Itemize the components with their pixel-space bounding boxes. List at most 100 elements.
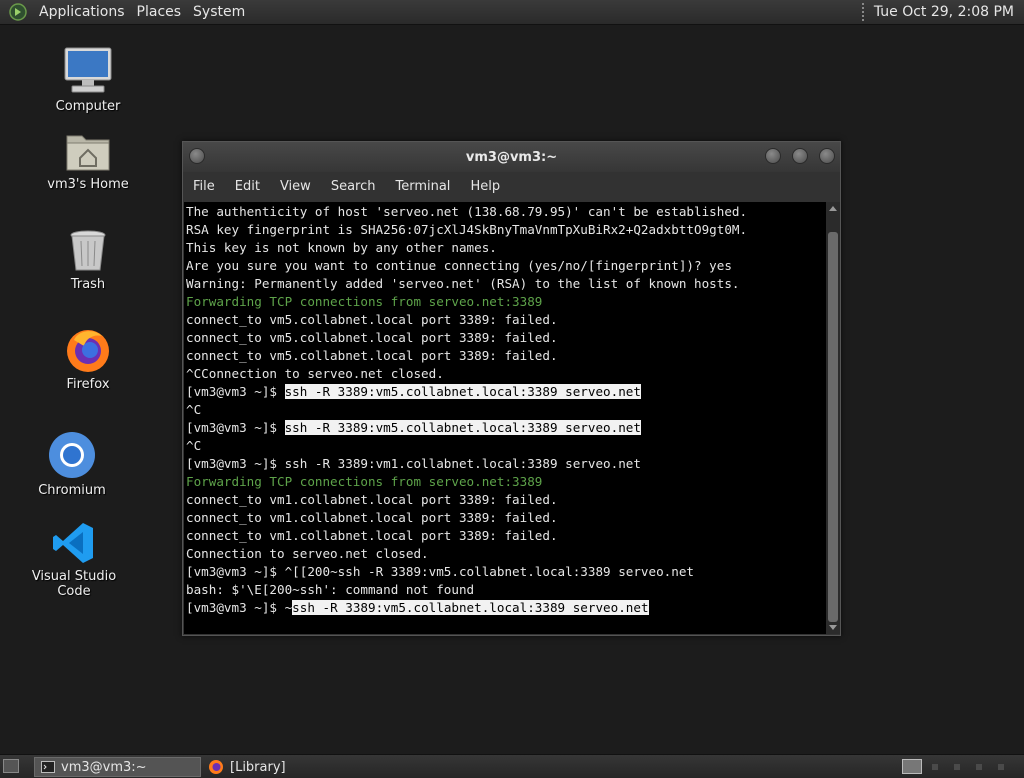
terminal-line: connect_to vm5.collabnet.local port 3389… <box>186 347 826 365</box>
shell-command: ssh -R 3389:vm5.collabnet.local:3389 ser… <box>292 600 649 615</box>
system-menu[interactable]: System <box>187 0 251 25</box>
shell-prompt: [vm3@vm3 ~]$ <box>186 420 285 435</box>
window-menu-icon[interactable] <box>189 148 205 164</box>
window-titlebar[interactable]: vm3@vm3:~ <box>183 142 840 172</box>
desktop-icon-label: Trash <box>70 277 106 292</box>
output-text: connect_to vm1.collabnet.local port 3389… <box>186 528 558 543</box>
output-text: The authenticity of host 'serveo.net (13… <box>186 204 748 219</box>
terminal-line: ^C <box>186 437 826 455</box>
output-text: Warning: Permanently added 'serveo.net' … <box>186 276 740 291</box>
places-menu[interactable]: Places <box>131 0 188 25</box>
applications-menu[interactable]: Applications <box>33 0 131 25</box>
close-button[interactable] <box>819 148 835 164</box>
terminal-line: Warning: Permanently added 'serveo.net' … <box>186 275 826 293</box>
computer-icon <box>64 47 112 93</box>
menu-view[interactable]: View <box>270 172 321 202</box>
terminal-command-line: [vm3@vm3 ~]$ ^[[200~ssh -R 3389:vm5.coll… <box>186 563 826 581</box>
workspace-2[interactable] <box>932 764 938 770</box>
menu-search[interactable]: Search <box>321 172 386 202</box>
output-text: Are you sure you want to continue connec… <box>186 258 732 273</box>
workspace-4[interactable] <box>976 764 982 770</box>
taskbar-item-label: vm3@vm3:~ <box>61 759 147 775</box>
terminal-line: RSA key fingerprint is SHA256:07jcXlJ4Sk… <box>186 221 826 239</box>
desktop-icon-label: Computer <box>55 99 121 114</box>
output-text: bash: $'\E[200~ssh': command not found <box>186 582 475 597</box>
bottom-panel: vm3@vm3:~ [Library] <box>0 754 1024 778</box>
output-text: Forwarding TCP connections from serveo.n… <box>186 294 543 309</box>
taskbar-item-label: [Library] <box>230 759 286 775</box>
desktop-icon-chromium[interactable]: Chromium <box>12 430 132 498</box>
terminal-command-line: [vm3@vm3 ~]$ ~ssh -R 3389:vm5.collabnet.… <box>186 599 826 617</box>
clock[interactable]: Tue Oct 29, 2:08 PM <box>874 4 1014 20</box>
shell-prompt: [vm3@vm3 ~]$ <box>186 600 285 615</box>
shell-prompt: [vm3@vm3 ~]$ <box>186 384 285 399</box>
shell-command: ssh -R 3389:vm5.collabnet.local:3389 ser… <box>284 384 641 399</box>
desktop-icon-home[interactable]: vm3's Home <box>28 128 148 192</box>
output-text: Forwarding TCP connections from serveo.n… <box>186 474 543 489</box>
desktop-icon-label: Visual Studio Code <box>31 569 117 599</box>
menu-help[interactable]: Help <box>460 172 510 202</box>
terminal-window[interactable]: vm3@vm3:~ File Edit View Search Terminal… <box>182 141 841 636</box>
shell-command: ssh -R 3389:vm1.collabnet.local:3389 ser… <box>284 456 641 471</box>
chromium-icon <box>49 432 95 478</box>
terminal-line: connect_to vm1.collabnet.local port 3389… <box>186 527 826 545</box>
menu-edit[interactable]: Edit <box>225 172 270 202</box>
shell-prompt: [vm3@vm3 ~]$ <box>186 564 285 579</box>
panel-separator <box>861 3 866 21</box>
desktop-icon-computer[interactable]: Computer <box>28 44 148 114</box>
shell-command: ^[[200~ssh -R 3389:vm5.collabnet.local:3… <box>284 564 695 579</box>
distro-logo-icon[interactable] <box>9 3 27 21</box>
terminal-line: connect_to vm1.collabnet.local port 3389… <box>186 509 826 527</box>
output-text: ^C <box>186 402 202 417</box>
output-text: ^CConnection to serveo.net closed. <box>186 366 444 381</box>
terminal-command-line: [vm3@vm3 ~]$ ssh -R 3389:vm5.collabnet.l… <box>186 419 826 437</box>
maximize-button[interactable] <box>792 148 808 164</box>
taskbar-item-library[interactable]: [Library] <box>202 757 362 777</box>
terminal-output[interactable]: The authenticity of host 'serveo.net (13… <box>184 202 826 634</box>
output-text: connect_to vm1.collabnet.local port 3389… <box>186 510 558 525</box>
scrollbar-thumb[interactable] <box>828 232 838 622</box>
menu-file[interactable]: File <box>183 172 225 202</box>
desktop-icon-firefox[interactable]: Firefox <box>28 326 148 392</box>
show-desktop-icon[interactable] <box>3 759 19 773</box>
desktop-icon-label: vm3's Home <box>47 177 129 192</box>
firefox-icon <box>209 760 223 774</box>
workspace-5[interactable] <box>998 764 1004 770</box>
shell-command: ssh -R 3389:vm5.collabnet.local:3389 ser… <box>284 420 641 435</box>
terminal-line: bash: $'\E[200~ssh': command not found <box>186 581 826 599</box>
desktop-icon-trash[interactable]: Trash <box>28 228 148 292</box>
firefox-icon <box>67 330 109 372</box>
scroll-down-icon[interactable] <box>829 625 837 630</box>
window-title: vm3@vm3:~ <box>465 149 558 165</box>
desktop-icon-vscode[interactable]: Visual Studio Code <box>14 520 134 599</box>
trash-icon <box>70 230 106 271</box>
terminal-line: connect_to vm1.collabnet.local port 3389… <box>186 491 826 509</box>
output-text: connect_to vm5.collabnet.local port 3389… <box>186 330 558 345</box>
workspace-3[interactable] <box>954 764 960 770</box>
minimize-button[interactable] <box>765 148 781 164</box>
vscode-icon <box>53 523 93 563</box>
terminal-icon <box>41 761 55 773</box>
desktop-icon-label: Chromium <box>38 483 106 498</box>
output-text: connect_to vm5.collabnet.local port 3389… <box>186 348 558 363</box>
terminal-line: ^CConnection to serveo.net closed. <box>186 365 826 383</box>
scroll-up-icon[interactable] <box>829 206 837 211</box>
shell-prompt: [vm3@vm3 ~]$ <box>186 456 285 471</box>
terminal-command-line: [vm3@vm3 ~]$ ssh -R 3389:vm1.collabnet.l… <box>186 455 826 473</box>
terminal-command-line: [vm3@vm3 ~]$ ssh -R 3389:vm5.collabnet.l… <box>186 383 826 401</box>
terminal-line: connect_to vm5.collabnet.local port 3389… <box>186 329 826 347</box>
terminal-line: Forwarding TCP connections from serveo.n… <box>186 293 826 311</box>
terminal-line: Connection to serveo.net closed. <box>186 545 826 563</box>
top-panel: Applications Places System Tue Oct 29, 2… <box>0 0 1024 25</box>
output-text: connect_to vm5.collabnet.local port 3389… <box>186 312 558 327</box>
output-text: RSA key fingerprint is SHA256:07jcXlJ4Sk… <box>186 222 748 237</box>
output-text: ^C <box>186 438 202 453</box>
taskbar-item-terminal[interactable]: vm3@vm3:~ <box>34 757 201 777</box>
terminal-line: The authenticity of host 'serveo.net (13… <box>186 203 826 221</box>
terminal-scrollbar[interactable] <box>826 202 840 634</box>
terminal-line: ^C <box>186 401 826 419</box>
menu-terminal[interactable]: Terminal <box>385 172 460 202</box>
workspace-1[interactable] <box>902 759 922 774</box>
output-text: This key is not known by any other names… <box>186 240 497 255</box>
output-text: connect_to vm1.collabnet.local port 3389… <box>186 492 558 507</box>
